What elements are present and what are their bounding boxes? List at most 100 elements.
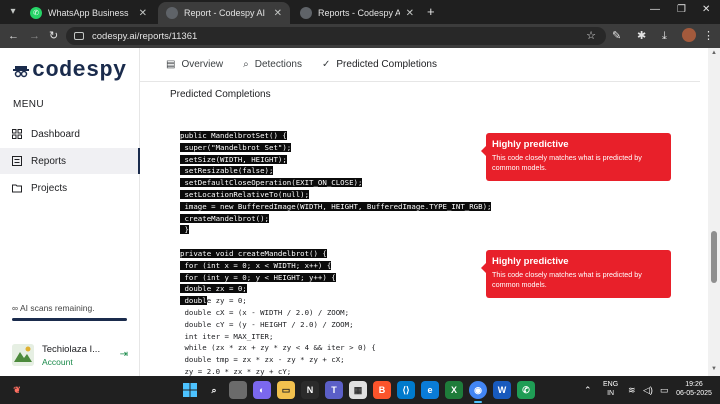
- bookmark-star-icon[interactable]: ☆: [586, 29, 596, 42]
- badge-title: Highly predictive: [492, 139, 569, 150]
- widget-icon[interactable]: ❦: [8, 381, 26, 399]
- store-icon[interactable]: ▦: [349, 381, 367, 399]
- extensions-icon[interactable]: ✱: [637, 29, 646, 43]
- language-indicator[interactable]: ENG IN: [603, 380, 618, 398]
- tab-title: Report - Codespy AI Detector I...: [184, 8, 268, 18]
- search-icon[interactable]: ⌕: [205, 381, 223, 399]
- tray-chevron-icon[interactable]: ⌃: [584, 385, 592, 396]
- web-page: codespy MENU Dashboard Reports Projects …: [0, 48, 720, 376]
- whatsapp-icon[interactable]: ✆: [517, 381, 535, 399]
- address-bar[interactable]: codespy.ai/reports/11361 ☆: [66, 27, 606, 45]
- code-text: zy = 2.0 * zx * zy + cY;: [180, 367, 292, 376]
- close-tab-icon[interactable]: ✕: [274, 8, 282, 19]
- menu-label: MENU: [13, 99, 45, 110]
- clock[interactable]: 19:26 06-05-2025: [672, 380, 716, 398]
- code-line: private void createMandelbrot() {: [180, 248, 327, 260]
- folder-icon: [12, 184, 22, 193]
- tab-search-icon[interactable]: ▾: [6, 5, 20, 19]
- task-view-icon[interactable]: [229, 381, 247, 399]
- tab-predicted-completions[interactable]: ✓ Predicted Completions: [322, 59, 437, 70]
- highlighted-code: }: [180, 225, 189, 235]
- globe-icon: [300, 7, 312, 19]
- main-content: ▤ Overview ⌕ Detections ✓ Predicted Comp…: [140, 48, 720, 376]
- code-line: super("Mandelbrot Set");: [180, 142, 292, 154]
- code-line: double tmp = zx * zx - zy * zy + cX;: [180, 354, 344, 366]
- word-icon[interactable]: W: [493, 381, 511, 399]
- scans-progress-bar: [12, 318, 127, 321]
- codespy-logo[interactable]: codespy: [12, 58, 127, 83]
- prediction-badge: Highly predictive This code closely matc…: [481, 250, 671, 298]
- browser-tab-report[interactable]: Report - Codespy AI Detector I... ✕: [158, 2, 290, 24]
- edge-icon[interactable]: e: [421, 381, 439, 399]
- reload-icon[interactable]: ↻: [49, 29, 58, 43]
- scrollbar-thumb[interactable]: [711, 231, 717, 283]
- sidebar-item-reports[interactable]: Reports: [0, 148, 140, 174]
- sidebar-item-dashboard[interactable]: Dashboard: [0, 121, 140, 147]
- pen-icon[interactable]: ✎: [612, 29, 621, 43]
- download-icon[interactable]: ⤓: [662, 29, 667, 43]
- badge-text: This code closely matches what is predic…: [492, 270, 642, 289]
- tab-label: Overview: [181, 59, 224, 70]
- battery-icon[interactable]: ▭: [660, 385, 669, 396]
- minimize-icon[interactable]: —: [650, 4, 660, 15]
- code-text: double cX = (x - WIDTH / 2.0) / ZOOM;: [180, 308, 350, 317]
- new-tab-button[interactable]: +: [427, 5, 435, 18]
- page-scrollbar[interactable]: ▲ ▼: [708, 48, 720, 376]
- forward-icon[interactable]: →: [29, 29, 40, 43]
- notion-icon[interactable]: N: [301, 381, 319, 399]
- file-explorer-icon[interactable]: ▭: [277, 381, 295, 399]
- code-line: zy = 2.0 * zx * zy + cY;: [180, 366, 291, 376]
- sidebar-item-projects[interactable]: Projects: [0, 175, 140, 201]
- tab-overview[interactable]: ▤ Overview: [166, 59, 223, 70]
- prediction-badge: Highly predictive This code closely matc…: [481, 133, 671, 181]
- globe-icon: [166, 7, 178, 19]
- check-icon: ✓: [322, 59, 331, 70]
- tab-label: Detections: [254, 59, 302, 70]
- profile-avatar[interactable]: [682, 28, 696, 42]
- close-window-icon[interactable]: ✕: [702, 4, 710, 15]
- code-text: double cY = (y - HEIGHT / 2.0) / ZOOM;: [180, 319, 354, 329]
- vscode-icon[interactable]: ⟨⟩: [397, 381, 415, 399]
- maximize-icon[interactable]: ❐: [677, 4, 686, 15]
- browser-tab-reports[interactable]: Reports - Codespy AI Detector ✕: [292, 2, 422, 24]
- site-info-icon[interactable]: [74, 32, 84, 40]
- code-line: createMandelbrot();: [180, 213, 269, 225]
- menu-dots-icon[interactable]: ⋮: [703, 29, 714, 43]
- close-tab-icon[interactable]: ✕: [406, 8, 414, 19]
- close-tab-icon[interactable]: ✕: [139, 8, 147, 19]
- browser-tab-whatsapp[interactable]: ✆ WhatsApp Business ✕: [22, 2, 155, 24]
- copilot-icon[interactable]: ◐: [253, 381, 271, 399]
- code-line: image = new BufferedImage(WIDTH, HEIGHT,…: [180, 201, 492, 213]
- code-line: double cX = (x - WIDTH / 2.0) / ZOOM;: [180, 307, 349, 319]
- code-line: double zx = 0;: [180, 283, 247, 295]
- logout-icon[interactable]: ⇥: [120, 349, 128, 360]
- account-section[interactable]: Techiolaza I... Account ⇥: [0, 334, 140, 376]
- code-text: int iter = MAX_ITER;: [180, 331, 274, 341]
- badge-text: This code closely matches what is predic…: [492, 153, 642, 172]
- volume-icon[interactable]: ◁): [643, 385, 653, 396]
- tab-title: Reports - Codespy AI Detector: [318, 8, 400, 18]
- back-icon[interactable]: ←: [8, 29, 19, 43]
- scroll-down-icon[interactable]: ▼: [711, 366, 717, 372]
- wifi-icon[interactable]: ≋: [628, 385, 636, 396]
- scroll-up-icon[interactable]: ▲: [711, 50, 717, 56]
- tab-title: WhatsApp Business: [48, 8, 129, 18]
- code-line: int iter = MAX_ITER;: [180, 331, 273, 343]
- highlighted-code: setSize(WIDTH, HEIGHT);: [180, 154, 287, 164]
- tab-detections[interactable]: ⌕ Detections: [243, 59, 302, 70]
- account-logo-icon: [12, 344, 34, 366]
- code-text: while (zx * zx + zy * zy < 4 && iter > 0…: [180, 343, 376, 353]
- search-icon: ⌕: [243, 59, 249, 70]
- sidebar-item-label: Reports: [31, 155, 67, 167]
- highlighted-code: for (int y = 0; y < HEIGHT; y++) {: [180, 272, 336, 282]
- chrome-icon[interactable]: ◉: [469, 381, 487, 399]
- account-link[interactable]: Account: [42, 357, 100, 367]
- region-code: IN: [607, 390, 615, 397]
- code-line: setDefaultCloseOperation(EXIT_ON_CLOSE);: [180, 177, 363, 189]
- teams-icon[interactable]: T: [325, 381, 343, 399]
- brave-icon[interactable]: B: [373, 381, 391, 399]
- highlighted-code: setResizable(false);: [180, 166, 274, 176]
- time: 19:26: [685, 381, 703, 388]
- excel-icon[interactable]: X: [445, 381, 463, 399]
- windows-start-icon[interactable]: [181, 381, 199, 399]
